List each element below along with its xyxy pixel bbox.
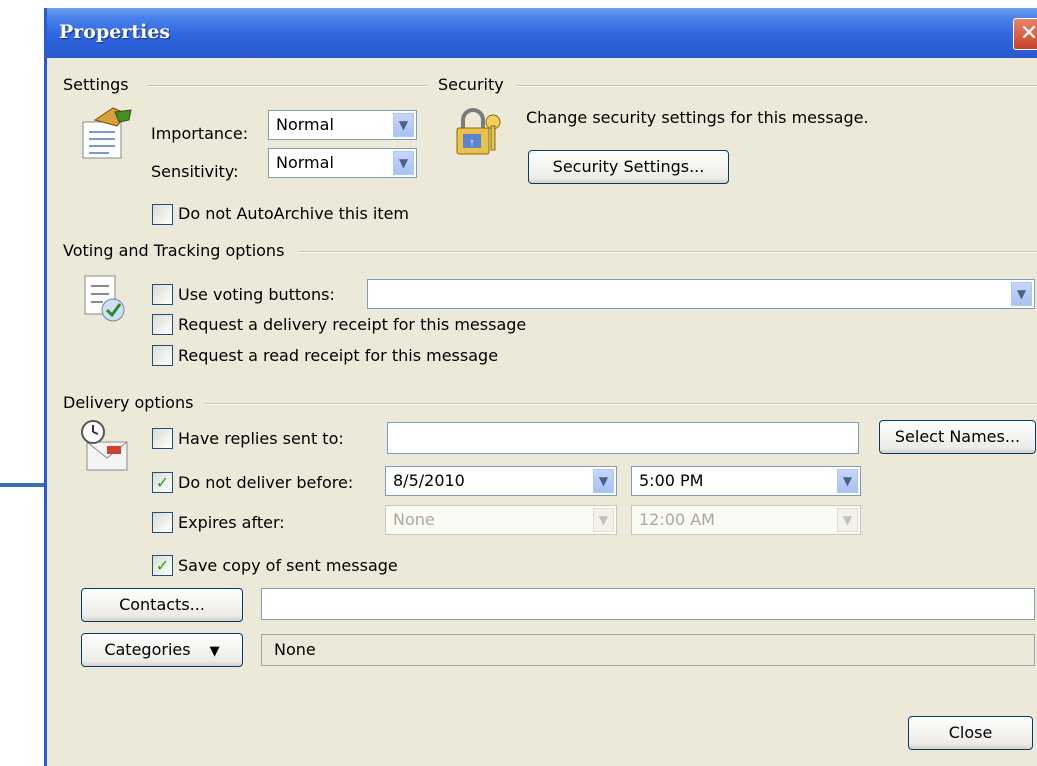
- use-voting-checkbox[interactable]: [152, 284, 173, 305]
- voting-divider: [299, 251, 1037, 253]
- settings-group-label: Settings: [63, 75, 133, 94]
- autoarchive-checkbox[interactable]: [152, 204, 173, 225]
- importance-select[interactable]: Normal ▼: [268, 110, 417, 140]
- categories-value: None: [274, 640, 316, 659]
- properties-dialog: Properties ✕ Settings Importance: Normal…: [44, 8, 1037, 766]
- voting-icon: [84, 275, 125, 322]
- expires-after-checkbox[interactable]: [152, 512, 173, 533]
- chevron-down-icon[interactable]: ▼: [393, 151, 414, 175]
- deliver-before-time-select[interactable]: 5:00 PM ▼: [631, 466, 861, 496]
- sensitivity-value: Normal: [276, 153, 334, 172]
- deliver-before-date-select[interactable]: 8/5/2010 ▼: [385, 466, 617, 496]
- svg-text:↑: ↑: [469, 137, 475, 149]
- importance-icon: [82, 107, 132, 159]
- autoarchive-label: Do not AutoArchive this item: [178, 204, 410, 223]
- chevron-down-icon[interactable]: ▼: [837, 469, 858, 493]
- chevron-down-icon[interactable]: ▼: [1011, 282, 1032, 306]
- contacts-field[interactable]: [261, 588, 1035, 620]
- contacts-button[interactable]: Contacts...: [81, 588, 243, 622]
- chevron-down-icon: ▼: [837, 508, 858, 532]
- expires-time-select: 12:00 AM ▼: [631, 505, 861, 535]
- close-window-button[interactable]: ✕: [1013, 18, 1037, 50]
- sensitivity-select[interactable]: Normal ▼: [268, 148, 417, 178]
- chevron-down-icon[interactable]: ▼: [393, 113, 414, 137]
- delivery-receipt-label: Request a delivery receipt for this mess…: [178, 315, 527, 334]
- read-receipt-checkbox[interactable]: [152, 345, 173, 366]
- save-copy-label: Save copy of sent message: [178, 556, 398, 575]
- importance-value: Normal: [276, 115, 334, 134]
- have-replies-label: Have replies sent to:: [178, 429, 344, 448]
- replies-to-field[interactable]: [387, 422, 859, 454]
- categories-field: None: [261, 634, 1035, 666]
- categories-button[interactable]: Categories ▼: [81, 633, 243, 667]
- deliver-before-checkbox[interactable]: ✓: [152, 472, 173, 493]
- categories-label: Categories: [104, 640, 191, 659]
- deliver-before-label: Do not deliver before:: [178, 473, 354, 492]
- lock-key-icon: ↑: [456, 108, 501, 155]
- security-settings-button[interactable]: Security Settings...: [528, 150, 729, 184]
- deliver-before-date-value: 8/5/2010: [393, 471, 465, 490]
- window-title: Properties: [59, 21, 171, 43]
- expires-date-value: None: [393, 510, 435, 529]
- security-divider: [517, 85, 1037, 87]
- voting-buttons-select[interactable]: ▼: [367, 279, 1035, 309]
- delivery-divider: [205, 403, 1037, 405]
- security-group-label: Security: [438, 75, 508, 94]
- save-copy-checkbox[interactable]: ✓: [152, 555, 173, 576]
- importance-label: Importance:: [151, 124, 249, 143]
- chevron-down-icon: ▼: [593, 508, 614, 532]
- delivery-group-label: Delivery options: [63, 393, 198, 412]
- expires-date-select: None ▼: [385, 505, 617, 535]
- read-receipt-label: Request a read receipt for this message: [178, 346, 499, 365]
- select-names-button[interactable]: Select Names...: [879, 420, 1036, 454]
- title-bar: Properties ✕: [47, 8, 1037, 58]
- settings-divider: [147, 85, 427, 87]
- chevron-down-icon[interactable]: ▼: [593, 469, 614, 493]
- use-voting-label: Use voting buttons:: [178, 285, 335, 304]
- security-description: Change security settings for this messag…: [526, 108, 869, 127]
- dropdown-arrow-icon: ▼: [209, 644, 220, 659]
- expires-after-label: Expires after:: [178, 513, 285, 532]
- delivery-receipt-checkbox[interactable]: [152, 314, 173, 335]
- deliver-before-time-value: 5:00 PM: [639, 471, 704, 490]
- envelope-clock-icon: [81, 420, 128, 471]
- expires-time-value: 12:00 AM: [639, 510, 715, 529]
- sensitivity-label: Sensitivity:: [151, 162, 239, 181]
- have-replies-checkbox[interactable]: [152, 428, 173, 449]
- voting-group-label: Voting and Tracking options: [63, 241, 289, 260]
- close-button[interactable]: Close: [908, 716, 1033, 750]
